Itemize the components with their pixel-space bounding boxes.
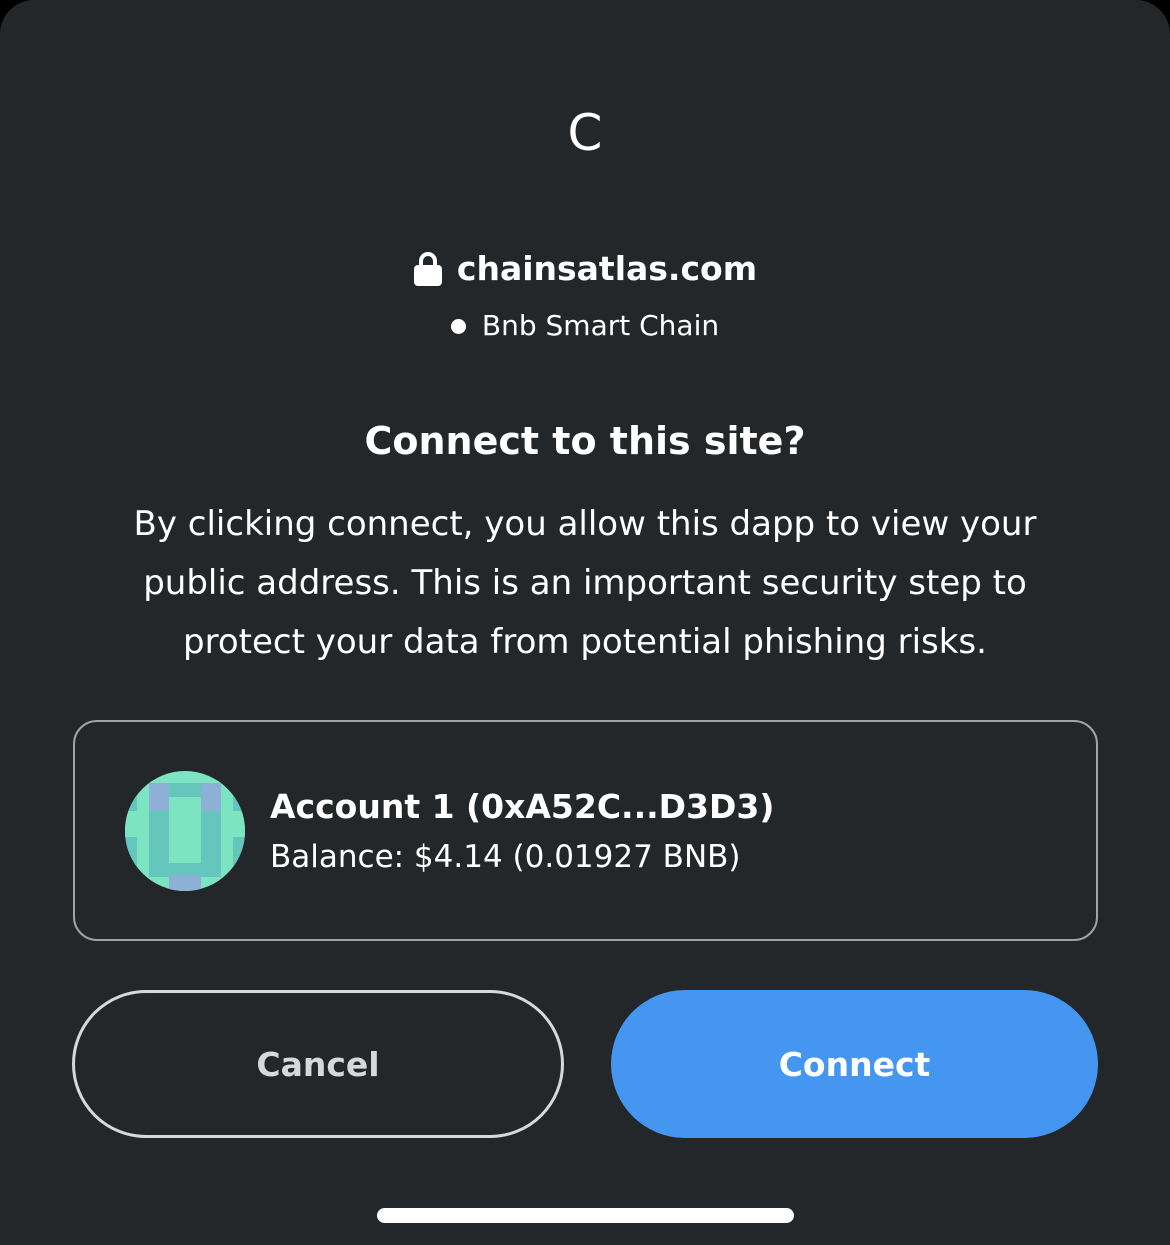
- account-name: Account 1 (0xA52C...D3D3): [270, 787, 775, 826]
- site-favicon-initial: C: [567, 104, 603, 162]
- network-dot-icon: [450, 318, 466, 334]
- home-indicator[interactable]: [377, 1208, 794, 1223]
- network-row: Bnb Smart Chain: [0, 306, 1170, 346]
- site-origin: chainsatlas.com: [456, 249, 758, 288]
- account-balance: Balance: $4.14 (0.01927 BNB): [270, 839, 741, 875]
- jazzicon-avatar-icon: [125, 771, 245, 891]
- page-title: Connect to this site?: [364, 419, 806, 463]
- network-name: Bnb Smart Chain: [481, 309, 720, 342]
- site-origin-row: chainsatlas.com: [0, 246, 1170, 292]
- account-card[interactable]: Account 1 (0xA52C...D3D3) Balance: $4.14…: [73, 720, 1098, 941]
- connect-description: By clicking connect, you allow this dapp…: [133, 504, 1037, 662]
- connect-sheet: C chainsatlas.com Bnb Smart Chain Connec…: [0, 0, 1170, 1245]
- cancel-button[interactable]: Cancel: [72, 990, 564, 1138]
- lock-icon: [413, 251, 443, 287]
- connect-button[interactable]: Connect: [611, 990, 1098, 1138]
